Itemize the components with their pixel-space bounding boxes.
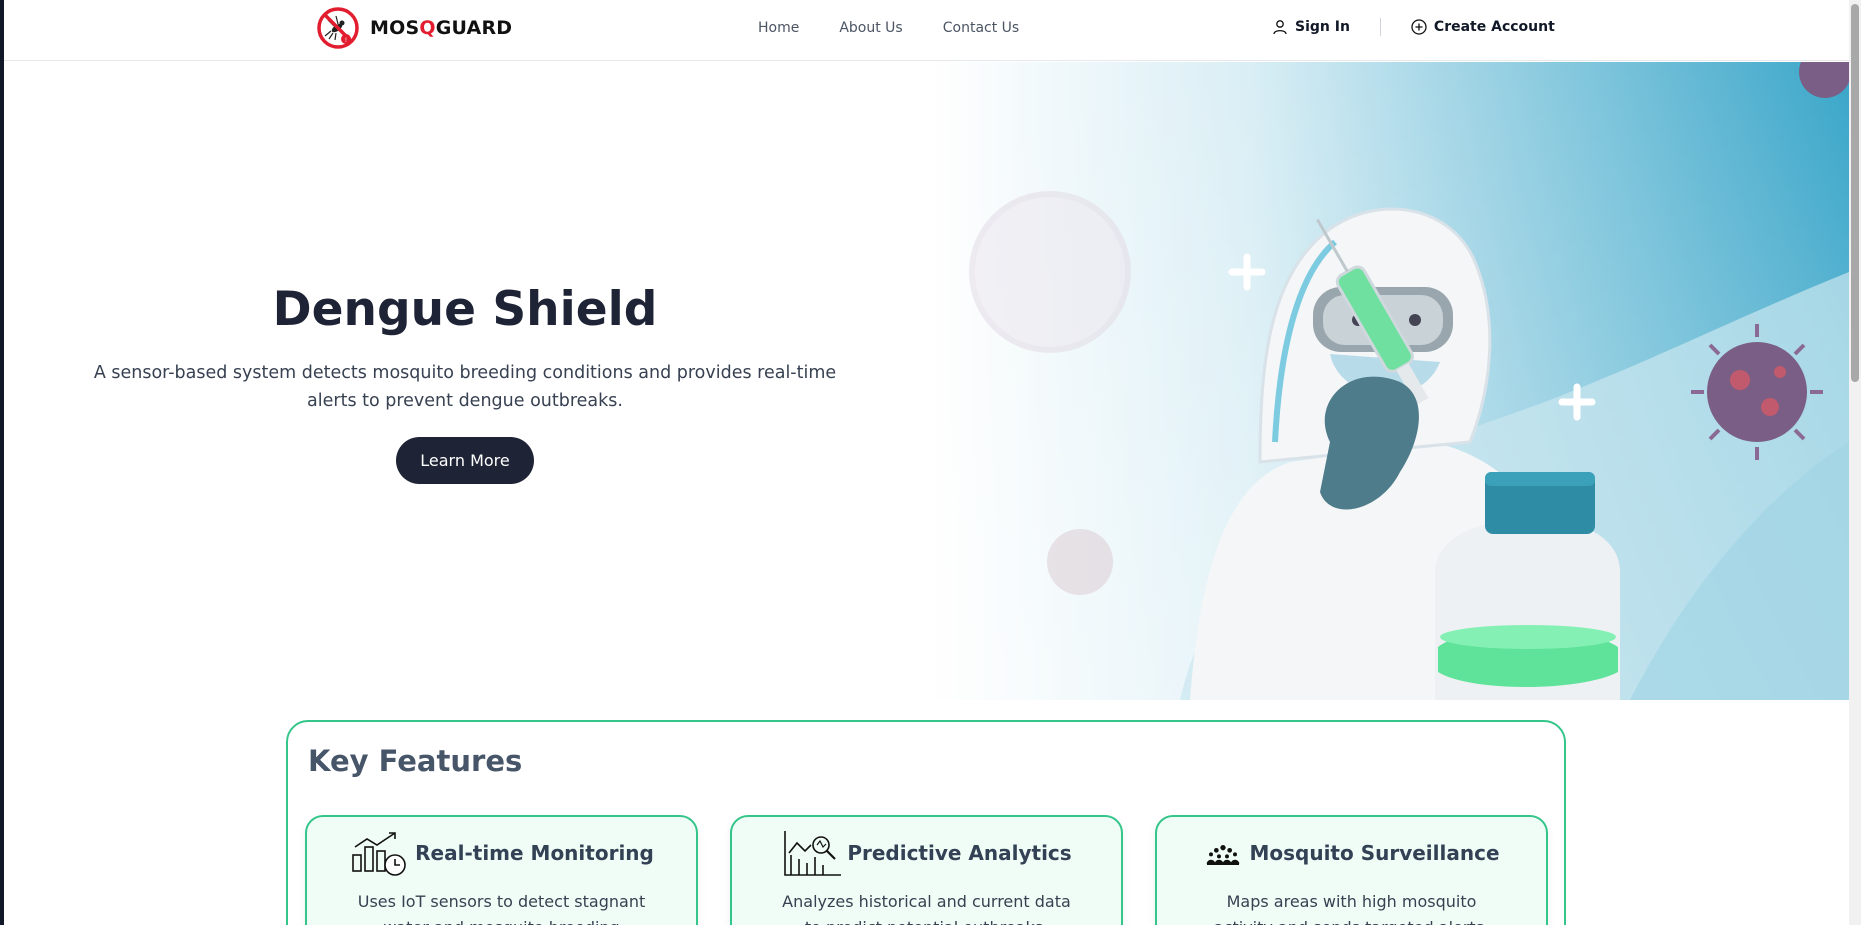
nav-home[interactable]: Home bbox=[758, 20, 799, 36]
feature-description: Maps areas with high mosquito activity a… bbox=[1214, 892, 1489, 925]
feature-title: Predictive Analytics bbox=[847, 841, 1072, 865]
hero-description: A sensor-based system detects mosquito b… bbox=[93, 363, 837, 411]
create-account-link[interactable]: Create Account bbox=[1411, 19, 1555, 35]
plus-circle-icon bbox=[1411, 19, 1427, 35]
chart-monitor-icon bbox=[352, 832, 406, 876]
key-features-title: Key Features bbox=[308, 744, 523, 778]
feature-card-head: Real-time Monitoring bbox=[307, 829, 696, 877]
feature-card-predictive-analytics[interactable]: Predictive Analytics Analyzes historical… bbox=[730, 815, 1123, 925]
crowd-icon bbox=[1207, 845, 1240, 865]
scrollbar-thumb[interactable] bbox=[1851, 4, 1859, 382]
user-icon bbox=[1273, 20, 1287, 35]
feature-card-mosquito-surveillance[interactable]: Mosquito Surveillance Maps areas with hi… bbox=[1155, 815, 1548, 925]
sign-in-label: Sign In bbox=[1295, 19, 1350, 35]
health-worker-illustration bbox=[930, 62, 1849, 700]
hero-text: Dengue Shield A sensor-based system dete… bbox=[70, 282, 860, 484]
learn-more-button[interactable]: Learn More bbox=[396, 437, 534, 484]
create-account-label: Create Account bbox=[1433, 19, 1555, 35]
virus-right bbox=[1691, 324, 1823, 460]
sign-in-link[interactable]: Sign In bbox=[1272, 19, 1350, 35]
brand-name-suffix: GUARD bbox=[435, 17, 513, 39]
brand-name-q: Q bbox=[419, 17, 436, 39]
feature-card-realtime-monitoring[interactable]: Real-time Monitoring Uses IoT sensors to… bbox=[305, 815, 698, 925]
virus-large bbox=[969, 191, 1131, 353]
feature-card-head: Predictive Analytics bbox=[732, 829, 1121, 877]
page-scrollbar[interactable] bbox=[1849, 0, 1861, 925]
auth-divider bbox=[1379, 18, 1381, 36]
feature-description: Analyzes historical and current data to … bbox=[782, 892, 1071, 925]
svg-text:!: ! bbox=[345, 37, 347, 44]
window-edge bbox=[0, 0, 4, 925]
brand-name: MOSQGUARD bbox=[370, 17, 512, 39]
feature-card-head: Mosquito Surveillance bbox=[1157, 829, 1546, 877]
hero-section: Dengue Shield A sensor-based system dete… bbox=[0, 62, 1849, 700]
feature-title: Real-time Monitoring bbox=[415, 841, 654, 865]
feature-description: Uses IoT sensors to detect stagnant wate… bbox=[357, 892, 646, 925]
feature-title: Mosquito Surveillance bbox=[1249, 841, 1500, 865]
auth-links: Sign In Create Account bbox=[1272, 18, 1555, 36]
brand-logo[interactable]: ! MOSQGUARD bbox=[316, 6, 512, 50]
nav-contact-us[interactable]: Contact Us bbox=[943, 20, 1019, 36]
top-navbar: ! MOSQGUARD Home About Us Contact Us Sig… bbox=[0, 0, 1849, 61]
main-nav: Home About Us Contact Us bbox=[758, 20, 1019, 36]
hero-title: Dengue Shield bbox=[272, 282, 658, 337]
no-mosquito-logo-icon: ! bbox=[317, 7, 359, 49]
nav-about-us[interactable]: About Us bbox=[839, 20, 902, 36]
key-features-section: Key Features Real-time Monitoring Uses I… bbox=[286, 720, 1566, 925]
analytics-magnifier-icon bbox=[784, 831, 842, 876]
hero-illustration bbox=[930, 62, 1849, 700]
brand-name-prefix: MOS bbox=[370, 17, 420, 39]
